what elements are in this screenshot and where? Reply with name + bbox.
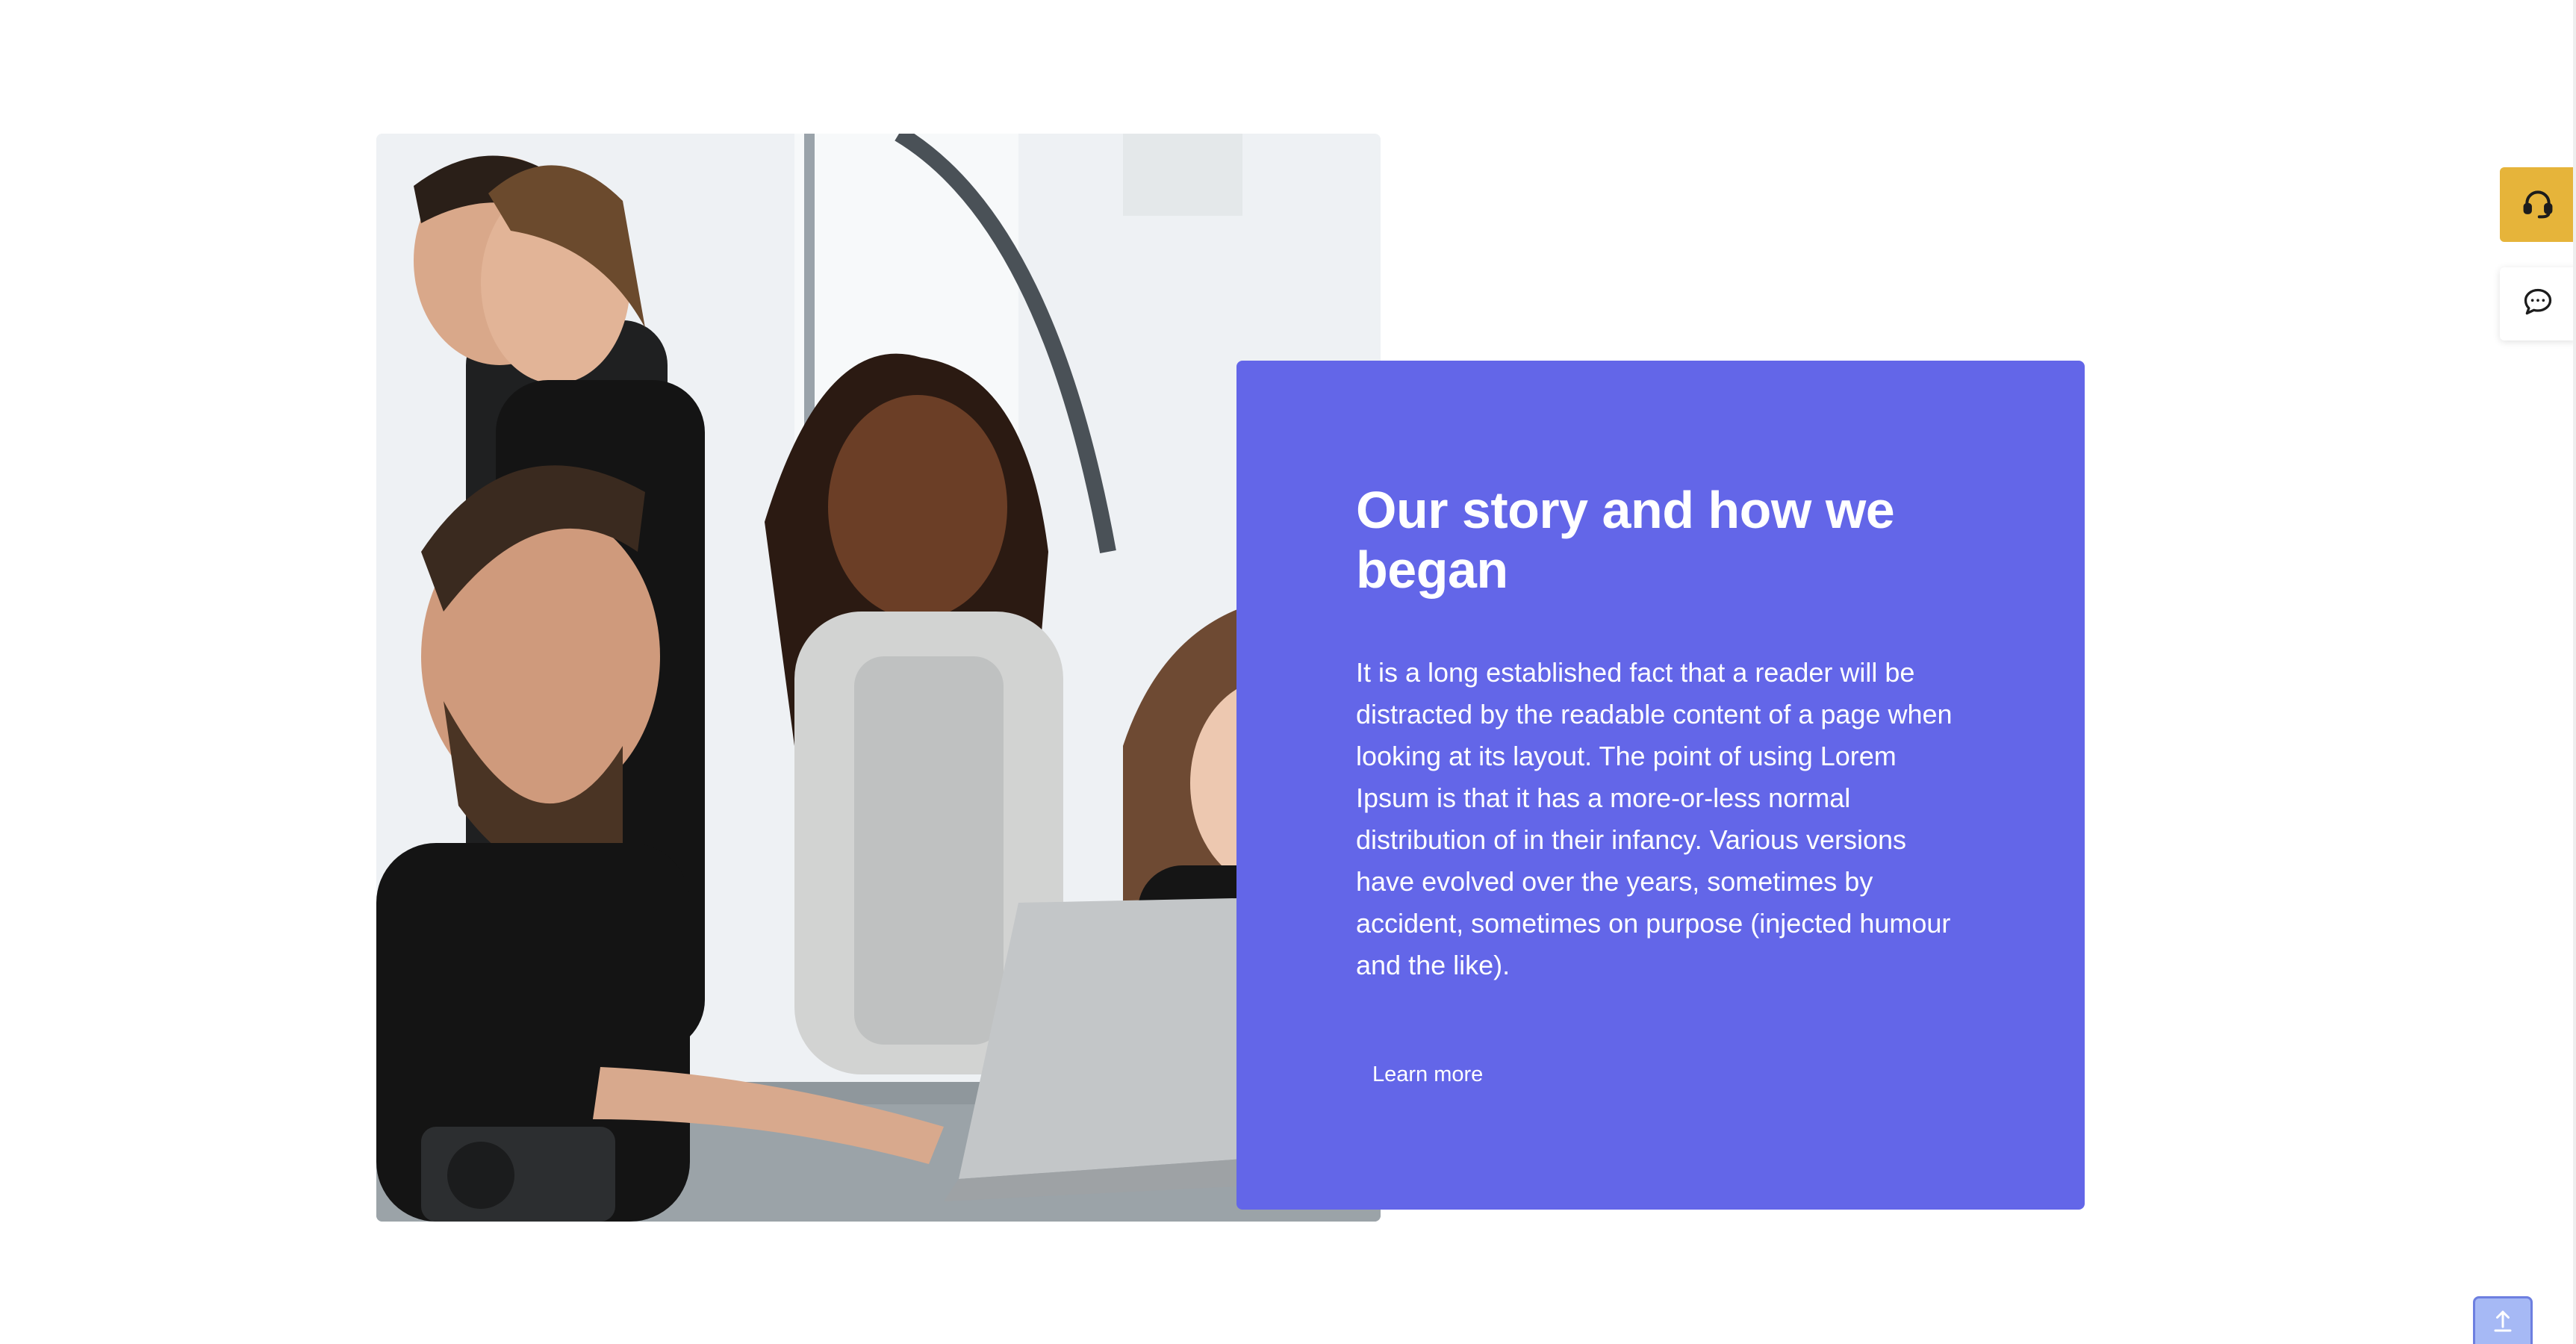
story-card: Our story and how we began It is a long … bbox=[1236, 361, 2085, 1210]
story-body: It is a long established fact that a rea… bbox=[1356, 657, 1953, 980]
chat-button[interactable] bbox=[2500, 267, 2576, 340]
scrollbar-edge bbox=[2573, 0, 2576, 1344]
page: Our story and how we began It is a long … bbox=[0, 0, 2576, 1344]
support-button[interactable] bbox=[2500, 167, 2576, 242]
learn-more-button[interactable]: Learn more bbox=[1356, 1051, 1499, 1098]
chat-bubble-icon bbox=[2521, 286, 2554, 323]
headset-icon bbox=[2521, 187, 2554, 223]
team-photo-illustration bbox=[376, 134, 1381, 1222]
story-title: Our story and how we began bbox=[1356, 481, 1895, 599]
scroll-to-top-button[interactable] bbox=[2473, 1296, 2533, 1344]
arrow-up-icon bbox=[2492, 1306, 2514, 1337]
team-photo bbox=[376, 134, 1381, 1222]
